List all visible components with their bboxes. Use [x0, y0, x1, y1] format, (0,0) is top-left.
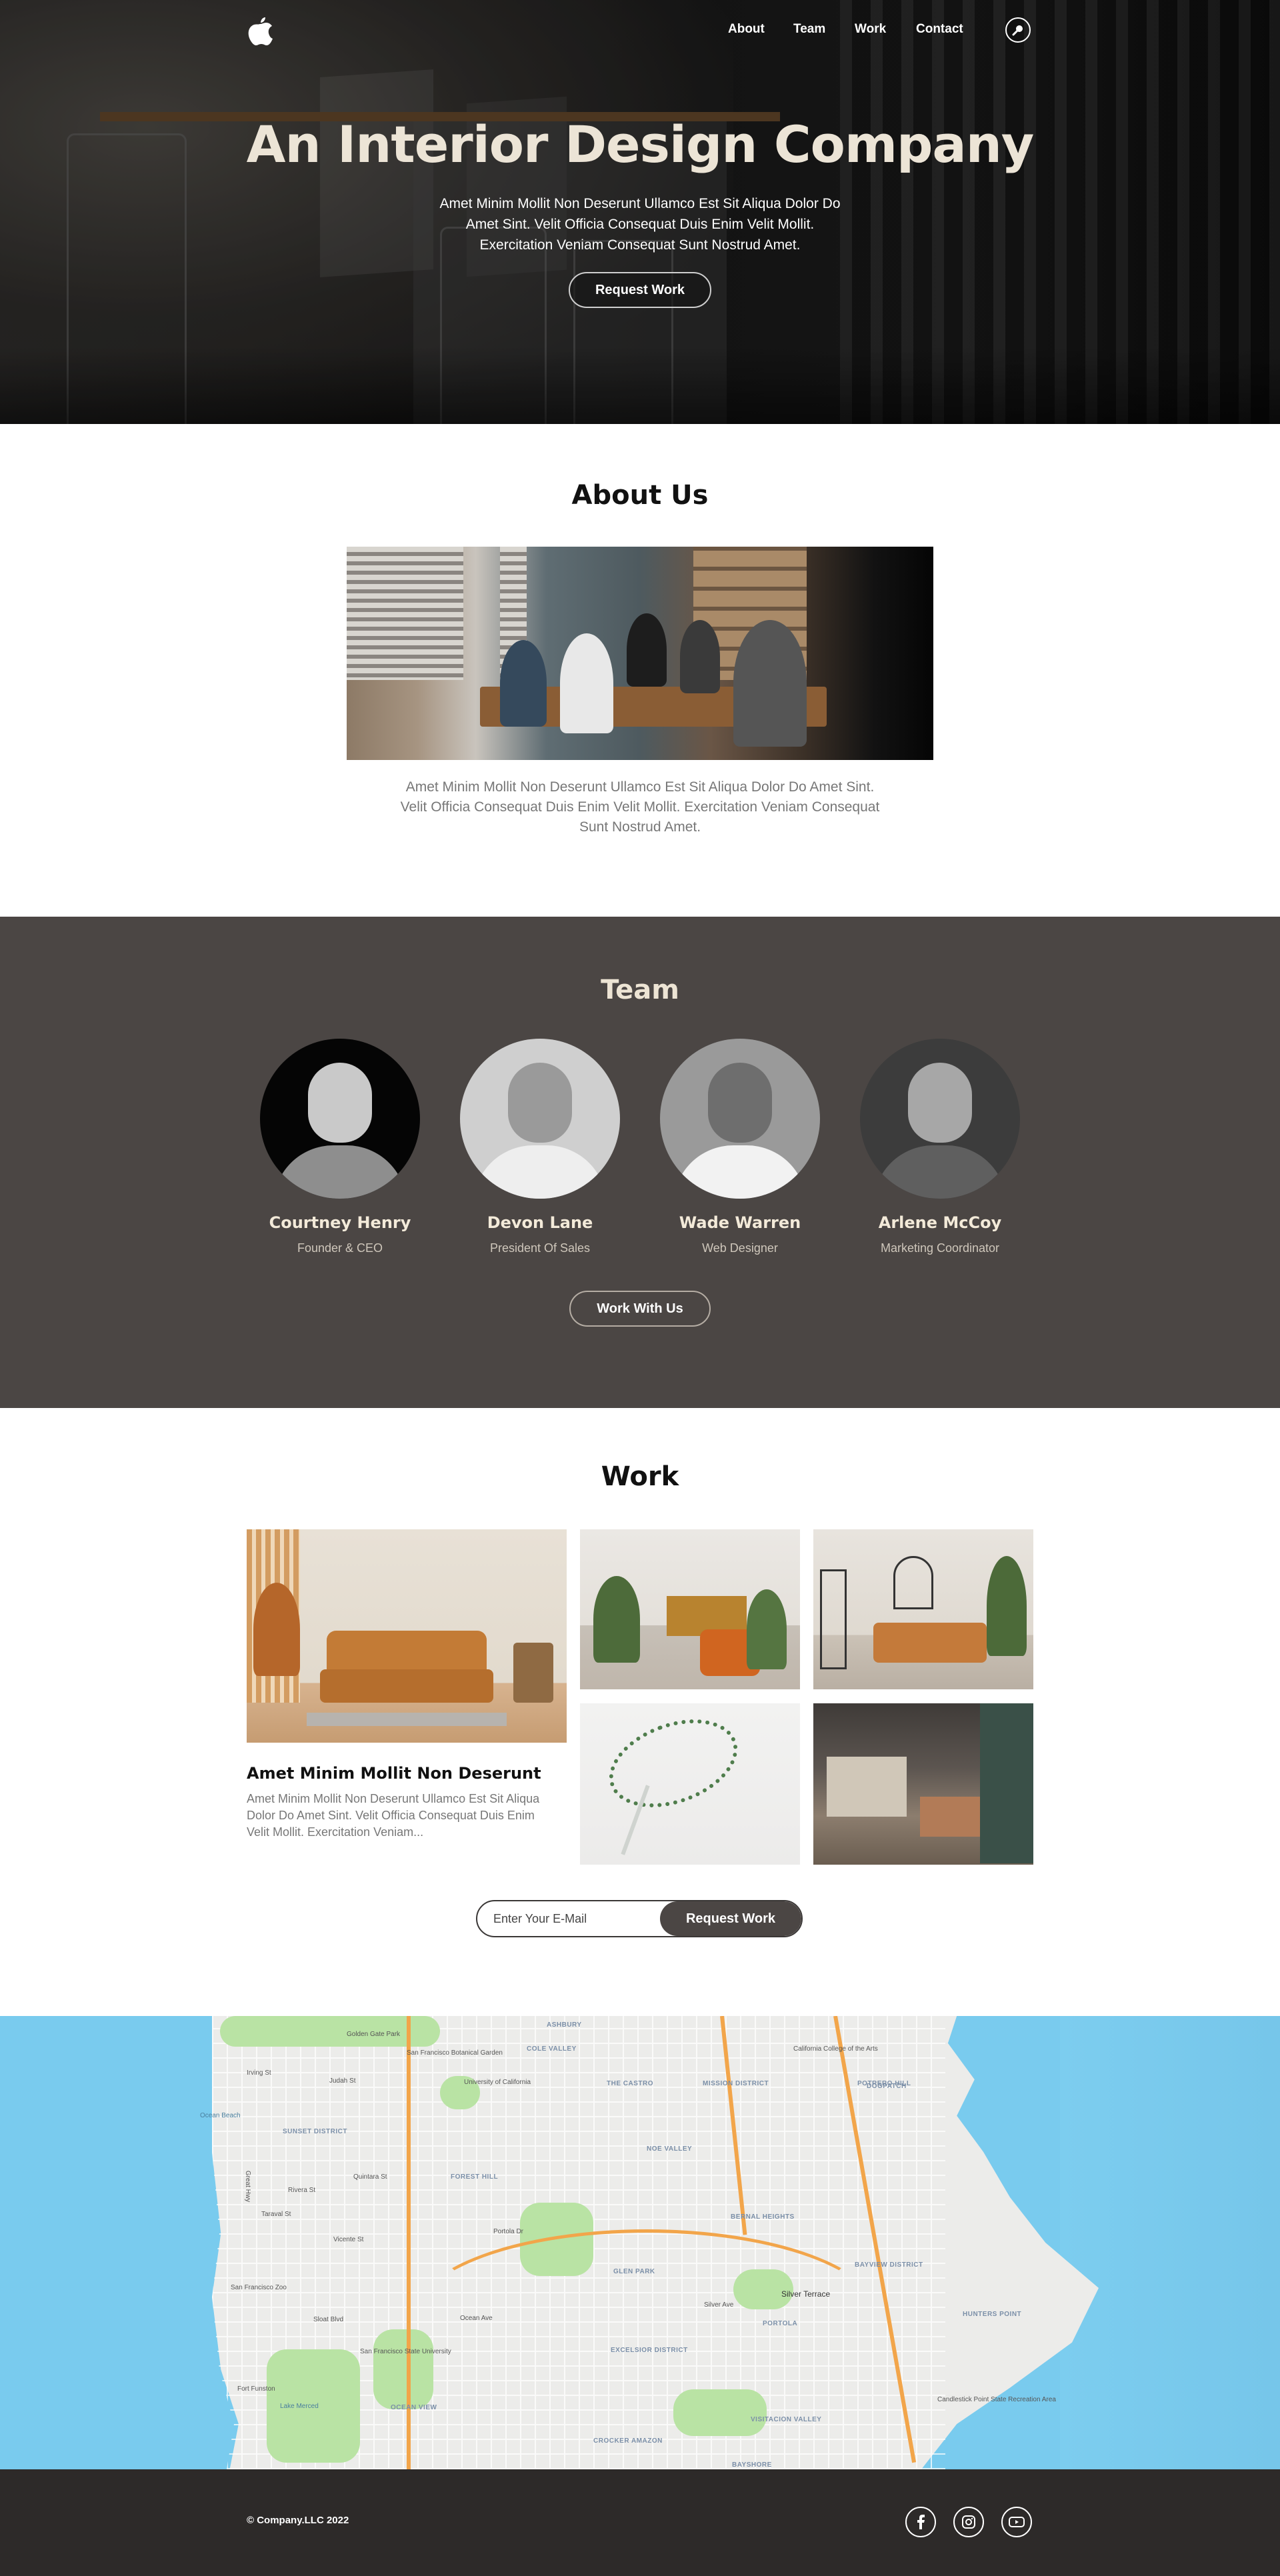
map-label: HUNTERS POINT — [963, 2311, 1022, 2318]
map-highway — [407, 2016, 411, 2469]
map-label: Judah St — [329, 2077, 356, 2085]
map-label: Ocean Beach — [200, 2112, 241, 2119]
map-label: PORTOLA — [763, 2320, 798, 2327]
email-input[interactable] — [477, 1901, 664, 1936]
work-title: Work — [601, 1461, 679, 1492]
member-name: Devon Lane — [487, 1213, 593, 1232]
about-description: Amet Minim Mollit Non Deserunt Ullamco E… — [400, 779, 880, 835]
apple-logo-icon[interactable] — [245, 15, 275, 47]
copyright: © Company.LLC 2022 — [247, 2515, 349, 2526]
map-label: Candlestick Point State Recreation Area — [937, 2396, 1056, 2403]
member-role: Founder & CEO — [297, 1241, 383, 1255]
nav-link-about[interactable]: About — [728, 22, 765, 37]
member-role: Web Designer — [702, 1241, 778, 1255]
map-label: BAYVIEW DISTRICT — [855, 2261, 923, 2269]
map-label: Ocean Ave — [460, 2315, 493, 2322]
map-label: VISITACION VALLEY — [751, 2416, 822, 2423]
request-work-submit-button[interactable]: Request Work — [660, 1901, 801, 1936]
nav-link-work[interactable]: Work — [855, 22, 886, 37]
map-label: San Francisco State University — [360, 2348, 451, 2355]
map-label: SUNSET DISTRICT — [283, 2128, 347, 2135]
facebook-link[interactable] — [905, 2507, 936, 2537]
map-label: San Francisco Zoo — [231, 2284, 287, 2291]
map-label: GLEN PARK — [613, 2268, 655, 2275]
team-member-card: Wade Warren Web Designer — [640, 1039, 840, 1255]
about-title: About Us — [571, 480, 709, 511]
team-member-card: Arlene McCoy Marketing Coordinator — [840, 1039, 1040, 1255]
about-image — [347, 547, 933, 760]
map-label: MISSION DISTRICT — [703, 2080, 769, 2087]
member-role: President Of Sales — [489, 1241, 591, 1255]
map-label: California College of the Arts — [793, 2045, 878, 2053]
instagram-link[interactable] — [953, 2507, 984, 2537]
map-label: COLE VALLEY — [527, 2045, 577, 2053]
youtube-link[interactable] — [1001, 2507, 1032, 2537]
map-label: Silver Ave — [704, 2301, 734, 2309]
avatar — [660, 1039, 820, 1199]
member-name: Courtney Henry — [269, 1213, 411, 1232]
top-nav: About Team Work Contact — [0, 0, 1280, 60]
search-button[interactable] — [1005, 17, 1031, 43]
nav-link-contact[interactable]: Contact — [916, 22, 963, 37]
work-description: Amet Minim Mollit Non Deserunt Ullamco E… — [247, 1792, 540, 1839]
bay-water — [1060, 2016, 1280, 2469]
map-label: Sloat Blvd — [313, 2316, 344, 2323]
request-work-button[interactable]: Request Work — [569, 272, 711, 308]
map-label: BERNAL HEIGHTS — [731, 2213, 795, 2221]
team-title: Team — [601, 975, 679, 1005]
member-name: Arlene McCoy — [878, 1213, 1002, 1232]
map-label: NOE VALLEY — [647, 2145, 693, 2153]
map-label: Fort Funston — [237, 2385, 275, 2393]
avatar — [860, 1039, 1020, 1199]
map-label: OCEAN VIEW — [391, 2404, 437, 2411]
map-label: CROCKER AMAZON — [593, 2437, 663, 2445]
search-icon — [1012, 25, 1023, 36]
footer: © Company.LLC 2022 — [0, 2469, 1280, 2576]
avatar — [260, 1039, 420, 1199]
map-label: San Francisco Botanical Garden — [407, 2049, 503, 2057]
team-member-card: Courtney Henry Founder & CEO — [240, 1039, 440, 1255]
work-image-living-room[interactable] — [247, 1529, 567, 1743]
map-label: Golden Gate Park — [347, 2031, 401, 2038]
map-label: Rivera St — [288, 2187, 316, 2194]
map-label: Portola Dr — [493, 2228, 524, 2235]
work-heading: Amet Minim Mollit Non Deserunt — [247, 1764, 541, 1783]
map-label: Irving St — [247, 2069, 271, 2077]
work-image-sectional[interactable] — [813, 1529, 1033, 1689]
youtube-icon — [1009, 2517, 1025, 2527]
member-role: Marketing Coordinator — [880, 1241, 1000, 1255]
nav-link-team[interactable]: Team — [793, 22, 825, 37]
work-image-plant[interactable] — [580, 1703, 800, 1865]
map-label: Great Hwy — [244, 2170, 252, 2203]
map-label: FOREST HILL — [451, 2173, 499, 2181]
map-label: Silver Terrace — [781, 2289, 831, 2299]
map-label: Taraval St — [261, 2211, 291, 2218]
member-name: Wade Warren — [679, 1213, 801, 1232]
team-member-card: Devon Lane President Of Sales — [440, 1039, 640, 1255]
instagram-icon — [962, 2515, 975, 2529]
work-image-bedroom[interactable] — [813, 1703, 1033, 1865]
map-label: EXCELSIOR DISTRICT — [611, 2347, 688, 2354]
request-work-form: Request Work — [476, 1900, 803, 1937]
map-label: DOGPATCH — [867, 2083, 907, 2090]
avatar — [460, 1039, 620, 1199]
map[interactable]: Golden Gate Park San Francisco Botanical… — [0, 2016, 1280, 2469]
work-with-us-button[interactable]: Work With Us — [569, 1291, 711, 1327]
map-label: Quintara St — [353, 2173, 387, 2181]
map-label: ASHBURY — [547, 2021, 582, 2029]
map-label: Vicente St — [333, 2236, 364, 2243]
hero-description: Amet Minim Mollit Non Deserunt Ullamco E… — [439, 196, 841, 253]
facebook-icon — [917, 2515, 925, 2529]
map-label: BAYSHORE — [732, 2461, 772, 2469]
map-label: Lake Merced — [280, 2403, 319, 2410]
hero-title: An Interior Design Company — [246, 115, 1035, 174]
map-label: University of California — [464, 2079, 531, 2086]
map-label: THE CASTRO — [607, 2080, 653, 2087]
work-image-lounge[interactable] — [580, 1529, 800, 1689]
